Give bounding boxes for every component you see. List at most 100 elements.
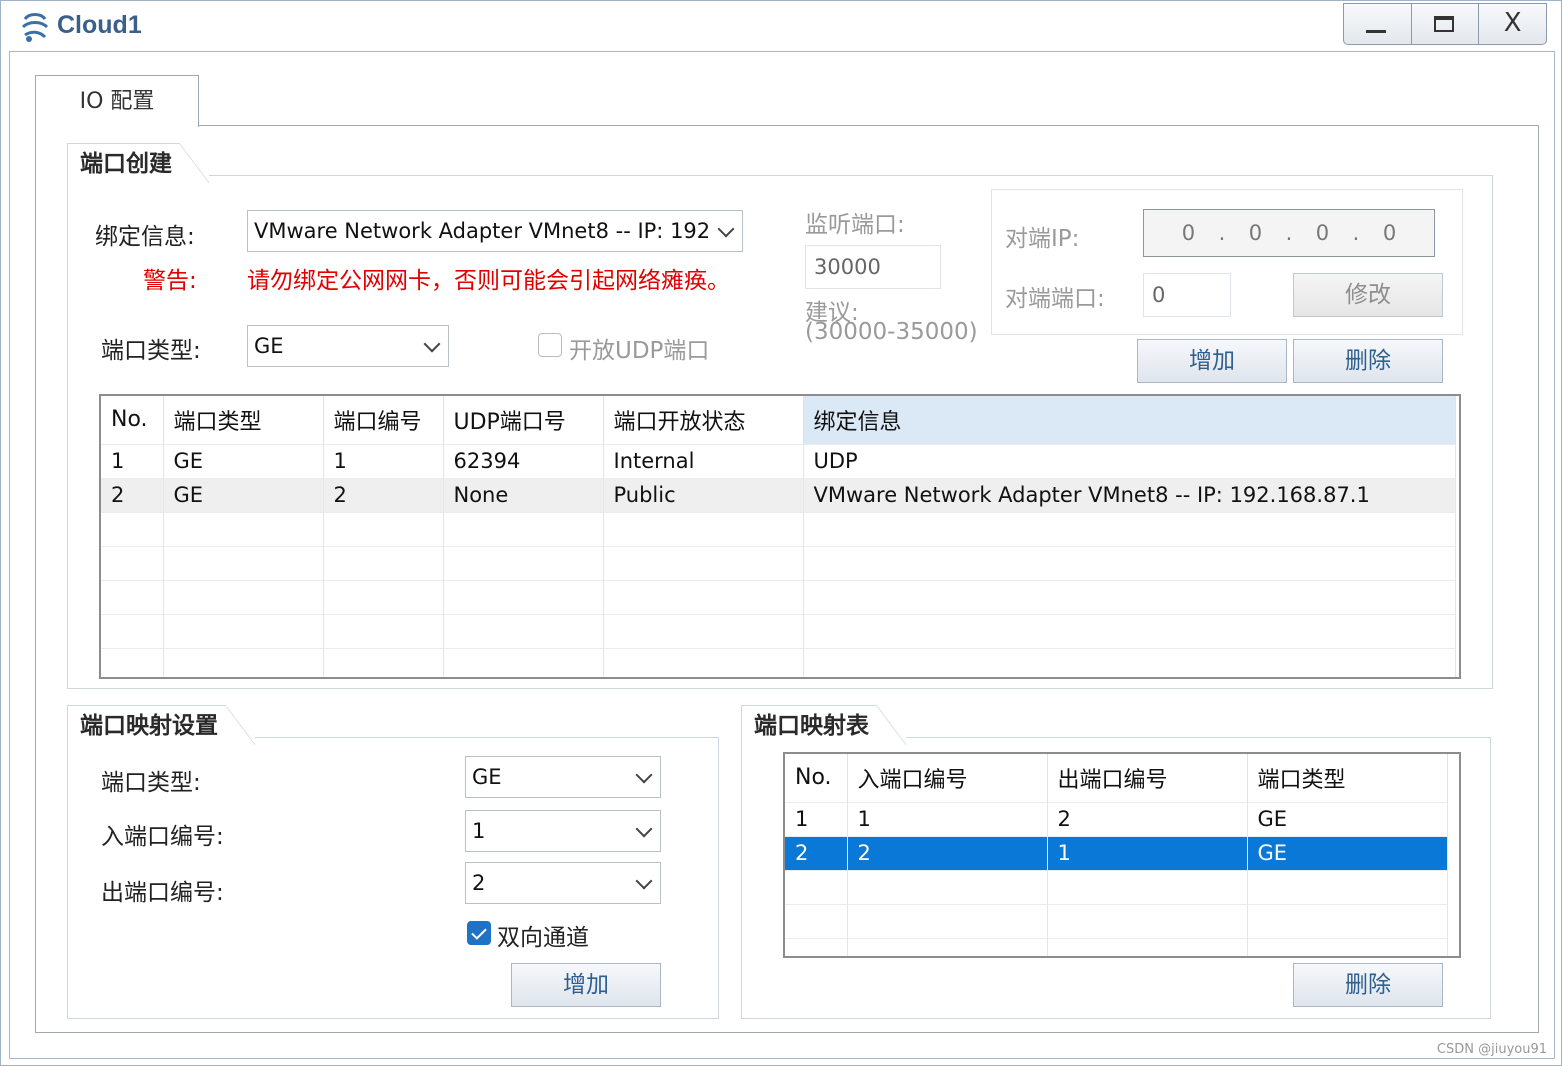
table-cell: 1 (847, 801, 1048, 836)
ip-octet-1: 0 (1181, 221, 1196, 245)
bind-info-label: 绑定信息: (95, 224, 195, 250)
table-row[interactable]: 1 1 2 GE (785, 801, 1448, 836)
table-cell: Public (603, 477, 804, 512)
tab-io-config[interactable]: IO 配置 (35, 75, 199, 127)
column-header[interactable]: 端口开放状态 (603, 396, 804, 444)
close-button[interactable]: X (1479, 4, 1546, 44)
empty-row (785, 903, 1448, 938)
empty-row (101, 647, 1456, 677)
column-header[interactable]: No. (101, 396, 164, 444)
table-cell: GE (163, 443, 324, 478)
table-header-row: No. 入端口编号 出端口编号 端口类型 (785, 754, 1448, 802)
in-port-label: 入端口编号: (101, 824, 224, 850)
listen-port-field[interactable]: 30000 (805, 245, 941, 289)
bidirectional-checkbox[interactable] (467, 921, 491, 945)
port-type-select[interactable]: GE (247, 325, 449, 367)
cloud-window: Cloud1 X IO 配置 端口创建 绑定信息: VMware Network… (0, 0, 1562, 1066)
cloud-app-icon (21, 13, 49, 42)
table-row-selected[interactable]: 2 2 1 GE (785, 835, 1448, 870)
ip-octet-2: 0 (1248, 221, 1263, 245)
column-header[interactable]: No. (785, 754, 848, 802)
delete-port-button[interactable]: 删除 (1293, 339, 1443, 383)
table-cell: 62394 (443, 443, 604, 478)
watermark: CSDN @jiuyou91 (1436, 1042, 1547, 1057)
empty-row (785, 937, 1448, 956)
peer-port-label: 对端端口: (1005, 286, 1105, 312)
table-cell: 2 (101, 477, 164, 512)
out-port-value: 2 (472, 871, 486, 895)
ip-octet-4: 0 (1382, 221, 1397, 245)
title-bar[interactable]: Cloud1 X (1, 1, 1561, 51)
out-port-select[interactable]: 2 (465, 862, 661, 904)
port-table: No. 端口类型 端口编号 UDP端口号 端口开放状态 绑定信息 1 GE 1 … (99, 394, 1461, 679)
column-header[interactable]: 出端口编号 (1047, 754, 1248, 802)
table-cell: 2 (1047, 801, 1248, 836)
warning-text: 请勿绑定公网网卡，否则可能会引起网络瘫痪。 (247, 268, 730, 294)
peer-ip-label: 对端IP: (1005, 226, 1080, 252)
mapping-settings-title: 端口映射设置 (67, 705, 255, 745)
column-header[interactable]: 绑定信息 (803, 396, 1456, 444)
minimize-icon (1366, 30, 1386, 33)
window-title: Cloud1 (57, 11, 142, 39)
udp-port-checkbox[interactable] (538, 333, 562, 357)
mapping-table: No. 入端口编号 出端口编号 端口类型 1 1 2 GE 2 2 1 GE (783, 752, 1461, 958)
column-header[interactable]: 端口编号 (323, 396, 444, 444)
window-controls: X (1343, 3, 1547, 45)
mapping-table-title: 端口映射表 (741, 705, 906, 745)
bidirectional-label: 双向通道 (497, 925, 589, 951)
ip-dot: . (1352, 221, 1360, 245)
ip-octet-3: 0 (1315, 221, 1330, 245)
table-cell: GE (163, 477, 324, 512)
map-port-type-select[interactable]: GE (465, 756, 661, 798)
port-type-value: GE (254, 334, 284, 358)
warning-label: 警告: (143, 268, 197, 294)
table-row[interactable]: 1 GE 1 62394 Internal UDP (101, 443, 1456, 478)
table-cell: 1 (1047, 835, 1248, 870)
empty-row (101, 511, 1456, 546)
table-row[interactable]: 2 GE 2 None Public VMware Network Adapte… (101, 477, 1456, 512)
table-cell: GE (1247, 835, 1448, 870)
table-cell: GE (1247, 801, 1448, 836)
table-cell: UDP (803, 443, 1456, 478)
out-port-label: 出端口编号: (101, 880, 224, 906)
column-header[interactable]: UDP端口号 (443, 396, 604, 444)
ip-dot: . (1285, 221, 1293, 245)
table-cell: 2 (785, 835, 848, 870)
add-mapping-button[interactable]: 增加 (511, 963, 661, 1007)
peer-port-field[interactable]: 0 (1143, 273, 1231, 317)
table-cell: None (443, 477, 604, 512)
column-header[interactable]: 端口类型 (163, 396, 324, 444)
delete-mapping-button[interactable]: 删除 (1293, 963, 1443, 1007)
column-header[interactable]: 端口类型 (1247, 754, 1448, 802)
peer-ip-field[interactable]: 0. 0. 0. 0 (1143, 209, 1435, 257)
chevron-down-icon (635, 766, 653, 784)
chevron-down-icon (423, 335, 441, 353)
maximize-button[interactable] (1412, 4, 1480, 44)
maximize-icon (1433, 16, 1454, 32)
minimize-button[interactable] (1344, 4, 1412, 44)
table-cell: 1 (101, 443, 164, 478)
in-port-value: 1 (472, 819, 486, 843)
port-type-label: 端口类型: (101, 338, 201, 364)
chevron-down-icon (635, 820, 653, 838)
empty-row (101, 613, 1456, 648)
chevron-down-icon (635, 872, 653, 890)
bind-info-value: VMware Network Adapter VMnet8 -- IP: 192… (254, 219, 710, 243)
udp-port-label: 开放UDP端口 (569, 338, 710, 364)
map-port-type-value: GE (472, 765, 502, 789)
table-cell: 1 (323, 443, 444, 478)
port-create-title: 端口创建 (67, 143, 209, 183)
table-cell: Internal (603, 443, 804, 478)
empty-row (101, 545, 1456, 580)
modify-button[interactable]: 修改 (1293, 273, 1443, 317)
ip-dot: . (1218, 221, 1226, 245)
map-port-type-label: 端口类型: (101, 770, 201, 796)
table-cell: 2 (323, 477, 444, 512)
table-cell: 2 (847, 835, 1048, 870)
listen-port-label: 监听端口: (805, 212, 905, 238)
bind-info-select[interactable]: VMware Network Adapter VMnet8 -- IP: 192… (247, 210, 743, 252)
add-port-button[interactable]: 增加 (1137, 339, 1287, 383)
column-header[interactable]: 入端口编号 (847, 754, 1048, 802)
empty-row (785, 869, 1448, 904)
in-port-select[interactable]: 1 (465, 810, 661, 852)
